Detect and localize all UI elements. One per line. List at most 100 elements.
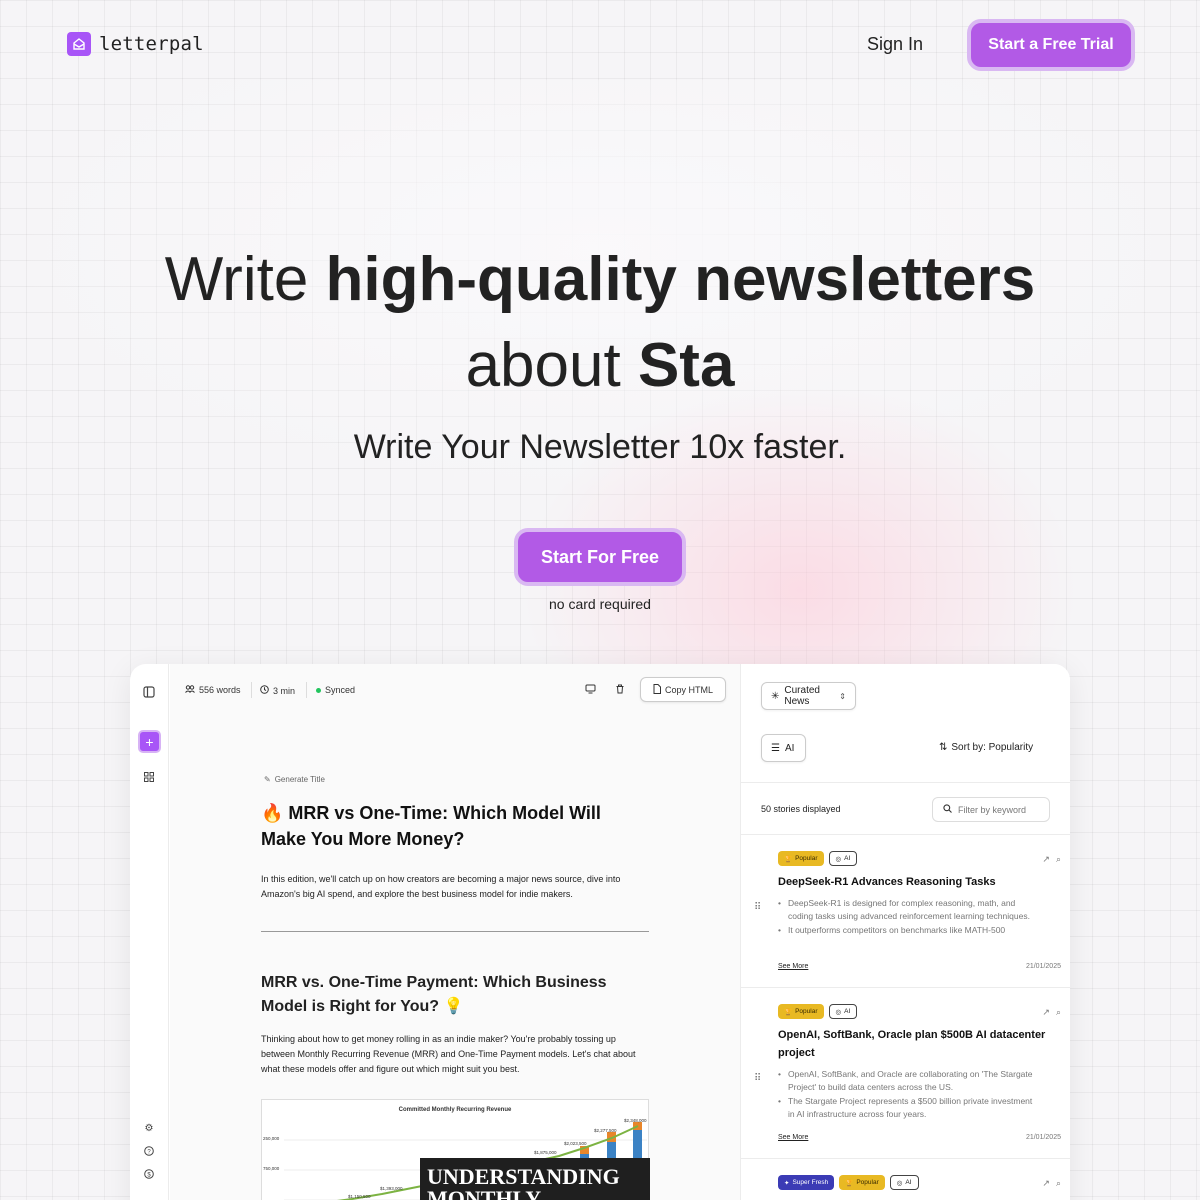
- file-icon: [653, 683, 661, 696]
- help-icon[interactable]: ?: [142, 1144, 156, 1158]
- chevron-updown-icon: ⇕: [839, 691, 846, 701]
- editor-toolbar: 556 words 3 min Synced Copy HTML: [170, 664, 740, 716]
- generate-title-button[interactable]: ✎ Generate Title: [264, 775, 325, 784]
- copy-html-button[interactable]: Copy HTML: [640, 677, 726, 702]
- sparkle-icon: ✳: [771, 690, 780, 702]
- topic-filter-label: AI: [784, 742, 795, 754]
- badge-label: Super Fresh: [792, 1179, 829, 1186]
- start-free-trial-button[interactable]: Start a Free Trial: [967, 19, 1135, 71]
- hero-line1-bold: high-quality newsletters: [325, 245, 1036, 314]
- ai-badge: ◎ AI: [889, 1175, 919, 1190]
- ai-badge: ◎ AI: [828, 1004, 858, 1019]
- badge-label: Popular: [795, 1008, 818, 1015]
- editor-pane: 556 words 3 min Synced Copy HTML ✎ Gener…: [170, 664, 740, 1200]
- read-time: 3 min: [260, 685, 295, 696]
- see-more-link[interactable]: See More: [778, 963, 808, 970]
- copy-html-label: Copy HTML: [664, 684, 713, 695]
- source-select-label: Curated News: [784, 685, 820, 707]
- external-link-icon[interactable]: ↗: [1042, 854, 1050, 865]
- chart-value-label: $1,150,500: [348, 1194, 371, 1199]
- chart-value-label: $1,875,000: [534, 1150, 557, 1155]
- search-icon[interactable]: ⌕: [1056, 1007, 1061, 1018]
- chart-value-label: $1,393,000: [380, 1186, 403, 1191]
- news-card-title: OpenAI, SoftBank, Oracle plan $500B AI d…: [778, 1029, 1046, 1059]
- search-icon[interactable]: ⌕: [1056, 854, 1061, 865]
- chip-icon: ◎: [835, 855, 842, 863]
- left-rail: + ⚙ ? $: [130, 664, 169, 1200]
- clock-icon: [260, 685, 269, 696]
- people-icon: [185, 685, 195, 695]
- rocket-icon: ✦: [784, 1179, 790, 1187]
- logo[interactable]: letterpal: [67, 32, 204, 56]
- divider: [261, 931, 649, 932]
- app-preview: + ⚙ ? $ 556 words 3 min Synced Copy HTML…: [130, 664, 1070, 1200]
- keyword-filter-placeholder: Filter by keyword: [958, 804, 1027, 815]
- trophy-icon: 🏆: [784, 855, 793, 863]
- magic-wand-icon: ✎: [264, 775, 271, 784]
- news-card[interactable]: 🏆 Popular ◎ AI ↗ ⌕ OpenAI, SoftBank, Oracle…: [741, 987, 1070, 1158]
- cta-note: no card required: [549, 596, 651, 612]
- news-card-date: 21/01/2025: [1025, 1134, 1061, 1141]
- desktop-preview-icon[interactable]: [585, 684, 596, 694]
- sidebar-toggle-icon[interactable]: [142, 685, 156, 699]
- chart-value-label: $2,023,500: [564, 1141, 587, 1146]
- generate-title-label: Generate Title: [274, 775, 325, 784]
- see-more-link[interactable]: See More: [778, 1134, 808, 1141]
- start-for-free-button[interactable]: Start For Free: [514, 528, 686, 586]
- source-select[interactable]: ✳ Curated News ⇕: [761, 682, 856, 710]
- news-card[interactable]: ✦ Super Fresh 🏆 Popular ◎ AI ↗ ⌕: [741, 1158, 1070, 1200]
- topic-filter[interactable]: ☰ AI: [761, 734, 806, 762]
- chart-value-label: $2,348,000: [624, 1118, 647, 1123]
- synced-dot-icon: [316, 687, 321, 693]
- trophy-icon: 🏆: [784, 1008, 793, 1016]
- news-card-bullets: DeepSeek-R1 is designed for complex reas…: [778, 897, 1038, 939]
- super-fresh-badge: ✦ Super Fresh: [778, 1175, 835, 1190]
- hero-line2-normal: about: [465, 331, 638, 400]
- badge-label: Popular: [795, 855, 818, 862]
- hero-line2-bold: Sta: [637, 331, 735, 400]
- popular-badge: 🏆 Popular: [839, 1175, 885, 1190]
- grid-icon[interactable]: [142, 770, 156, 784]
- newsletter-title[interactable]: 🔥 MRR vs One-Time: Which Model Will Make…: [261, 800, 641, 852]
- bullet: OpenAI, SoftBank, and Oracle are collabo…: [778, 1068, 1038, 1093]
- hero-subtitle: Write Your Newsletter 10x faster.: [353, 428, 847, 466]
- trash-icon[interactable]: [615, 684, 625, 694]
- hero-heading-line-2: about Sta: [0, 324, 1200, 408]
- chart-banner-text: UNDERSTANDING MONTHLY: [420, 1158, 650, 1200]
- section-paragraph[interactable]: Thinking about how to get money rolling …: [261, 1032, 651, 1077]
- drag-handle-icon[interactable]: ⠿: [754, 1074, 762, 1084]
- stories-count: 50 stories displayed: [761, 804, 841, 814]
- word-count-label: 556 words: [199, 685, 241, 695]
- hero-heading-line-1: Write high-quality newsletters: [0, 238, 1200, 322]
- external-link-icon[interactable]: ↗: [1042, 1178, 1050, 1189]
- news-card-date: 21/01/2025: [1025, 963, 1061, 970]
- section-heading[interactable]: MRR vs. One-Time Payment: Which Business…: [261, 971, 641, 1019]
- envelope-icon: [67, 32, 91, 56]
- billing-icon[interactable]: $: [142, 1167, 156, 1181]
- search-icon[interactable]: ⌕: [1056, 1178, 1061, 1189]
- news-card-title: DeepSeek-R1 Advances Reasoning Tasks: [778, 876, 996, 888]
- add-icon[interactable]: +: [138, 730, 161, 753]
- hero-line1-normal: Write: [164, 245, 326, 314]
- drag-handle-icon[interactable]: ⠿: [754, 903, 762, 913]
- badge-label: Popular: [856, 1179, 879, 1186]
- sort-button[interactable]: ⇅ Sort by: Popularity: [939, 742, 1033, 753]
- news-panel: ✳ Curated News ⇕ ☰ AI ⇅ Sort by: Popular…: [740, 664, 1070, 1200]
- chip-icon: ◎: [896, 1179, 903, 1187]
- sort-icon: ⇅: [939, 742, 948, 753]
- sign-in-link[interactable]: Sign In: [867, 34, 923, 55]
- read-time-label: 3 min: [273, 685, 296, 696]
- list-icon: ☰: [771, 742, 780, 754]
- embedded-chart-image: Committed Monthly Recurring Revenue $2,3…: [261, 1099, 650, 1200]
- chart-value-label: $2,277,500: [594, 1128, 617, 1133]
- keyword-filter-input[interactable]: Filter by keyword: [932, 797, 1050, 822]
- settings-icon[interactable]: ⚙: [142, 1121, 156, 1135]
- sort-label: Sort by: Popularity: [951, 742, 1034, 753]
- popular-badge: 🏆 Popular: [778, 1004, 824, 1019]
- news-card[interactable]: 🏆 Popular ◎ AI ↗ ⌕ DeepSeek-R1 Advances Rea…: [741, 834, 1070, 987]
- sync-status-label: Synced: [325, 685, 356, 695]
- intro-paragraph[interactable]: In this edition, we'll catch up on how c…: [261, 872, 651, 902]
- popular-badge: 🏆 Popular: [778, 851, 824, 866]
- badge-label: AI: [844, 1008, 851, 1015]
- external-link-icon[interactable]: ↗: [1042, 1007, 1050, 1018]
